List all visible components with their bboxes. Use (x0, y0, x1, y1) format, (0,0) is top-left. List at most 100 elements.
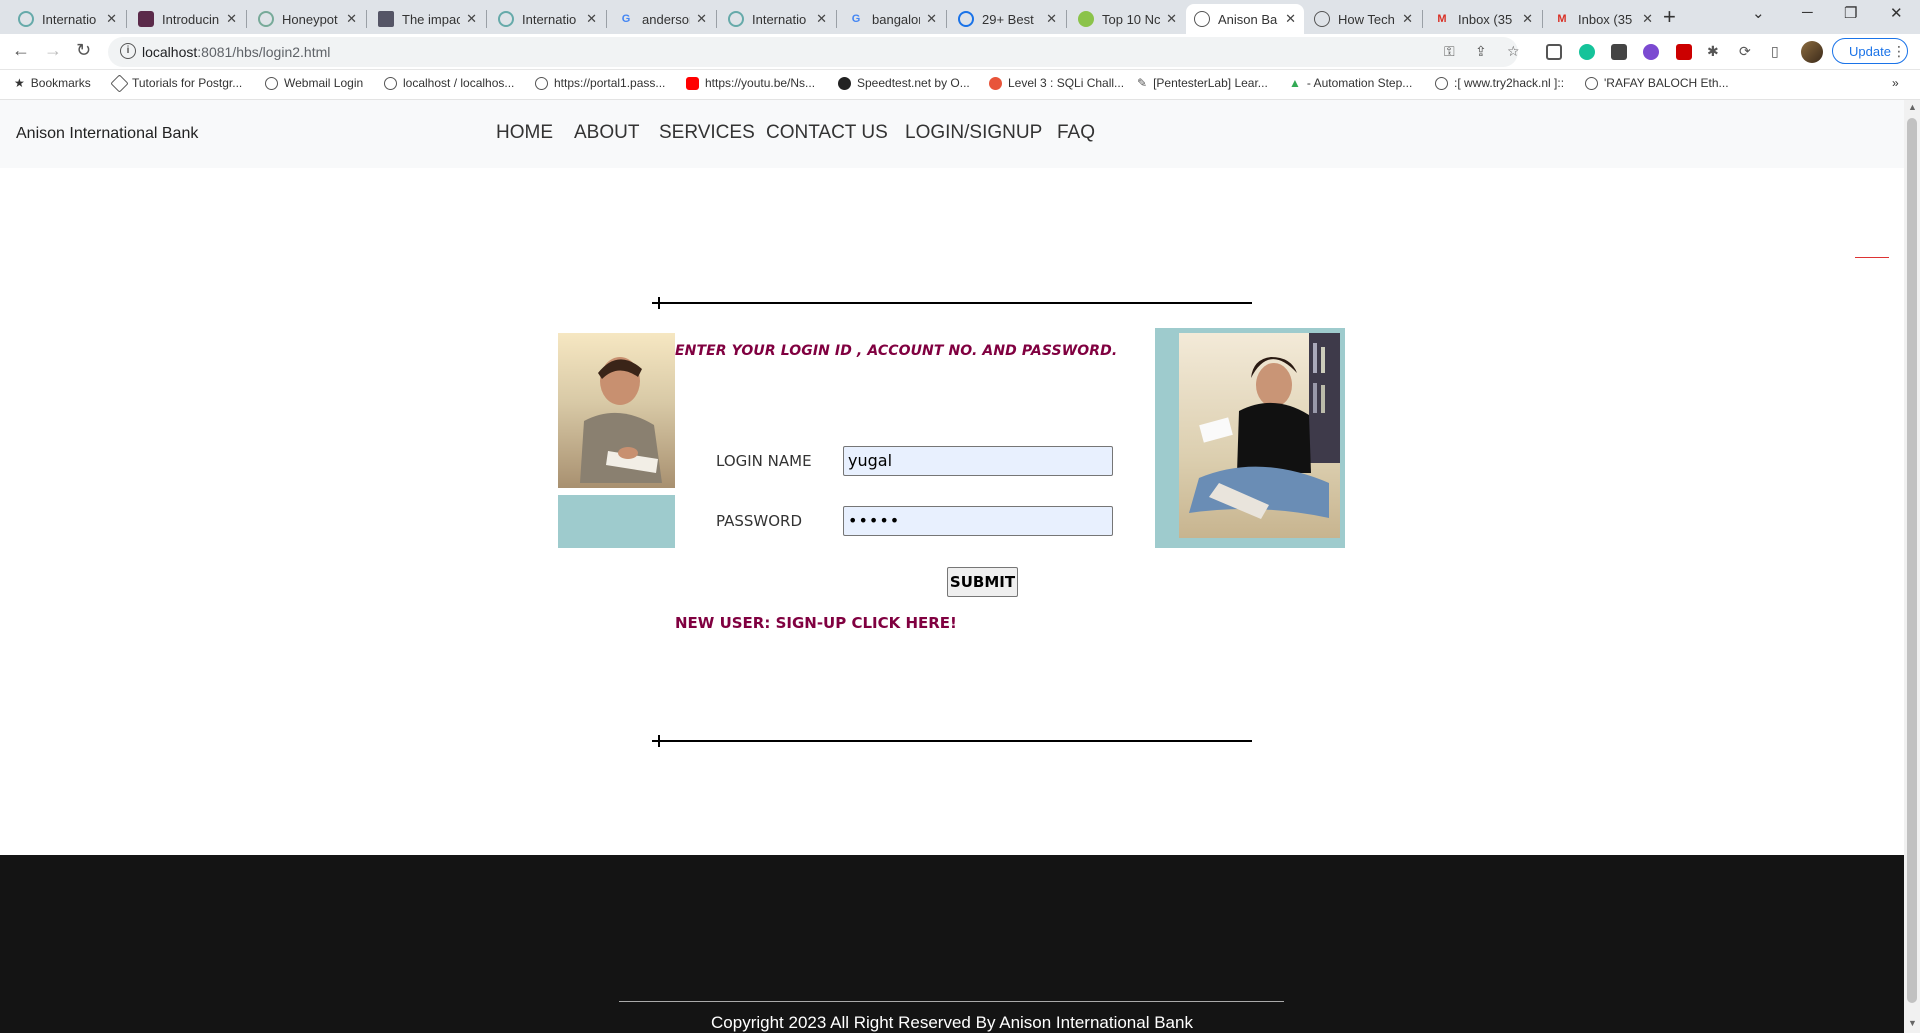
scroll-up-icon[interactable]: ▲ (1908, 102, 1917, 112)
bookmarks-bar: ★ Bookmarks Tutorials for Postgr... Webma… (0, 70, 1920, 100)
submit-button[interactable]: SUBMIT (947, 567, 1018, 597)
close-icon[interactable]: ✕ (1522, 11, 1533, 27)
forward-icon[interactable]: → (44, 40, 62, 61)
browser-tab-active[interactable]: Anison Ba ✕ (1186, 4, 1304, 34)
ublock-icon[interactable] (1676, 44, 1692, 60)
tab-label: Honeypot (282, 11, 338, 27)
bookmark-label: https://portal1.pass... (554, 76, 666, 90)
avatar[interactable] (1801, 41, 1823, 63)
nav-contact-us[interactable]: CONTACT US (766, 122, 888, 144)
key-icon[interactable]: ⚿ (1444, 43, 1455, 60)
close-icon[interactable]: ✕ (1642, 11, 1653, 27)
minimize-icon[interactable]: ─ (1802, 4, 1813, 21)
close-icon[interactable]: ✕ (346, 11, 357, 27)
browser-tab[interactable]: G bangalore ✕ (840, 4, 945, 34)
bookmark-star-icon[interactable]: ☆ (1507, 43, 1520, 60)
tab-label: Internatio (752, 11, 807, 27)
browser-tab[interactable]: Internatio ✕ (10, 4, 125, 34)
tab-label: Internatio (42, 11, 97, 27)
back-icon[interactable]: ← (12, 40, 30, 61)
bookmark-item[interactable]: Level 3 : SQLi Chall... (989, 76, 1124, 90)
browser-tab[interactable]: M Inbox (35 ✕ (1546, 4, 1661, 34)
close-icon[interactable]: ✕ (466, 11, 477, 27)
speedtest-icon (838, 76, 851, 90)
bookmark-item[interactable]: localhost / localhos... (384, 76, 514, 90)
browser-tab[interactable]: Top 10 Nc ✕ (1070, 4, 1185, 34)
side-panel-icon[interactable]: ▯ (1771, 43, 1779, 60)
close-icon[interactable]: ✕ (1046, 11, 1057, 27)
extension-icon[interactable] (1546, 44, 1562, 60)
close-icon[interactable]: ✕ (1402, 11, 1413, 27)
bookmark-item[interactable]: https://youtu.be/Ns... (686, 76, 815, 90)
bookmarks-overflow-icon[interactable]: » (1892, 76, 1899, 90)
browser-tab[interactable]: 29+ Best ✕ (950, 4, 1065, 34)
bookmark-item[interactable]: Tutorials for Postgr... (110, 73, 242, 93)
browser-tab[interactable]: Internatio ✕ (490, 4, 605, 34)
bookmark-item[interactable]: https://portal1.pass... (535, 76, 665, 90)
grammarly-icon[interactable] (1579, 44, 1595, 60)
address-url[interactable]: localhost:8081/hbs/login2.html (142, 44, 330, 60)
new-tab-icon[interactable]: + (1663, 4, 1676, 30)
browser-tab[interactable]: The impac ✕ (370, 4, 485, 34)
tab-label: Top 10 Nc (1102, 11, 1161, 27)
bookmark-item[interactable]: ✎ [PentesterLab] Lear... (1137, 76, 1268, 90)
nav-login-signup[interactable]: LOGIN/SIGNUP (905, 122, 1042, 144)
login-name-input[interactable]: yugal (843, 446, 1113, 476)
browser-tab[interactable]: G anderson ✕ (610, 4, 715, 34)
password-input[interactable]: ••••• (843, 506, 1113, 536)
address-bar[interactable]: i localhost:8081/hbs/login2.html (108, 37, 1518, 67)
browser-tab[interactable]: Internatio ✕ (720, 4, 835, 34)
footer-copyright: Copyright 2023 All Right Reserved By Ani… (711, 1013, 1193, 1032)
nav-faq[interactable]: FAQ (1057, 122, 1095, 144)
bookmark-label: Webmail Login (284, 76, 364, 90)
page-viewport: Anison International Bank HOME ABOUT SER… (0, 100, 1904, 1033)
bookmark-label: Speedtest.net by O... (857, 76, 970, 90)
signup-link[interactable]: NEW USER: SIGN-UP CLICK HERE! (675, 614, 957, 632)
site-favicon-icon (138, 11, 154, 27)
share-icon[interactable]: ⇪ (1475, 43, 1487, 60)
menu-kebab-icon[interactable]: ⋮ (1892, 43, 1906, 60)
close-icon[interactable]: ✕ (1166, 11, 1177, 27)
reload-icon[interactable]: ↻ (76, 40, 91, 61)
close-icon[interactable]: ✕ (106, 11, 117, 27)
bookmark-item[interactable]: 'RAFAY BALOCH Eth... (1585, 76, 1729, 90)
browser-tab[interactable]: Introducin ✕ (130, 4, 245, 34)
tab-label: How Tech (1338, 11, 1395, 27)
browser-tab[interactable]: Honeypot ✕ (250, 4, 365, 34)
nav-home[interactable]: HOME (496, 122, 553, 144)
extension-icon[interactable] (1643, 44, 1659, 60)
scrollbar-thumb[interactable] (1907, 118, 1917, 1003)
extension-icon[interactable] (1611, 44, 1627, 60)
close-icon[interactable]: ✕ (816, 11, 827, 27)
bookmark-item[interactable]: Speedtest.net by O... (838, 76, 970, 90)
page-scrollbar[interactable]: ▲ ▼ (1904, 100, 1920, 1033)
browser-tab[interactable]: M Inbox (35 ✕ (1426, 4, 1541, 34)
globe-icon (384, 76, 397, 90)
bookmark-item[interactable]: :[ www.try2hack.nl ]:: (1435, 76, 1564, 90)
site-favicon-icon (378, 11, 394, 27)
site-brand[interactable]: Anison International Bank (16, 125, 198, 143)
close-icon[interactable]: ✕ (226, 11, 237, 27)
close-icon[interactable]: ✕ (586, 11, 597, 27)
site-favicon-icon (258, 11, 274, 27)
bookmark-item[interactable]: ▲ - Automation Step... (1289, 76, 1412, 90)
close-icon[interactable]: ✕ (696, 11, 707, 27)
nav-services[interactable]: SERVICES (659, 122, 755, 144)
restore-icon[interactable]: ❐ (1844, 4, 1857, 22)
bookmark-item[interactable]: ★ Bookmarks (14, 76, 91, 90)
close-icon[interactable]: ✕ (926, 11, 937, 27)
scroll-down-icon[interactable]: ▼ (1908, 1018, 1917, 1028)
nav-about[interactable]: ABOUT (574, 122, 639, 144)
tab-search-icon[interactable]: ⌄ (1752, 4, 1765, 22)
google-icon: G (621, 13, 631, 25)
sync-icon[interactable]: ⟳ (1739, 43, 1751, 60)
window-close-icon[interactable]: ✕ (1890, 4, 1903, 22)
site-favicon-icon (958, 11, 974, 27)
gmail-icon: M (1437, 13, 1447, 25)
login-name-label: LOGIN NAME (716, 452, 812, 470)
bookmark-item[interactable]: Webmail Login (265, 76, 363, 90)
site-info-icon[interactable]: i (120, 43, 136, 59)
close-icon[interactable]: ✕ (1285, 11, 1296, 27)
puzzle-icon[interactable]: ✱ (1707, 43, 1719, 60)
browser-tab[interactable]: How Tech ✕ (1306, 4, 1421, 34)
